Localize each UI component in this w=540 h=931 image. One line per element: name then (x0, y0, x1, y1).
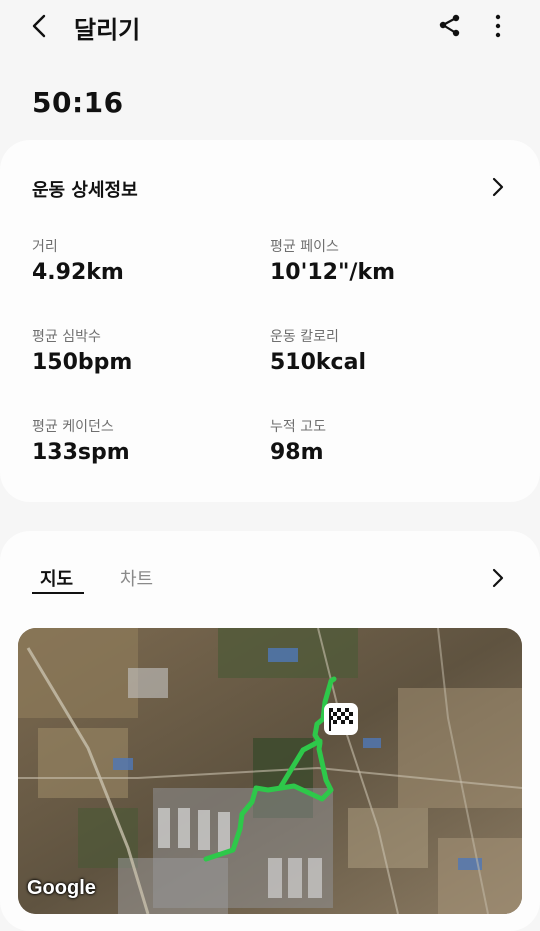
chevron-right-icon[interactable] (486, 175, 510, 199)
distance-label: 거리 (32, 239, 58, 255)
avg-cadence-value: 133spm (32, 440, 130, 465)
elevation-gain-label: 누적 고도 (270, 419, 326, 435)
route-path (203, 676, 337, 862)
map-chart-card: 지도 차트 Google (0, 531, 540, 931)
distance-value: 4.92km (32, 260, 124, 285)
elevation-gain-value: 98m (270, 440, 324, 465)
avg-heart-rate-value: 150bpm (32, 350, 133, 375)
share-button[interactable] (436, 12, 464, 40)
workout-details-card[interactable]: 운동 상세정보 거리 4.92km 평균 페이스 10'12"/km 평균 심박… (0, 140, 540, 502)
back-button[interactable] (26, 12, 54, 40)
details-section-title: 운동 상세정보 (32, 180, 138, 201)
chevron-left-icon (32, 14, 46, 38)
chevron-right-icon[interactable] (486, 566, 510, 590)
top-app-bar: 달리기 (0, 0, 540, 56)
avg-pace-value: 10'12"/km (270, 260, 396, 285)
selected-tab-indicator (32, 592, 84, 594)
calories-value: 510kcal (270, 350, 366, 375)
tab-chart[interactable]: 차트 (120, 565, 153, 591)
share-icon (439, 14, 460, 37)
calories-label: 운동 칼로리 (270, 329, 339, 345)
route-map[interactable]: Google (18, 628, 522, 914)
checkered-flag-icon (324, 703, 358, 735)
avg-pace-label: 평균 페이스 (270, 239, 339, 255)
workout-duration: 50:16 (32, 86, 124, 119)
avg-heart-rate-label: 평균 심박수 (32, 329, 101, 345)
page-title: 달리기 (74, 16, 141, 44)
more-vertical-icon (495, 14, 501, 38)
tab-map[interactable]: 지도 (40, 565, 73, 591)
more-options-button[interactable] (484, 12, 512, 40)
google-attribution-logo: Google (27, 877, 96, 899)
avg-cadence-label: 평균 케이던스 (32, 419, 114, 435)
